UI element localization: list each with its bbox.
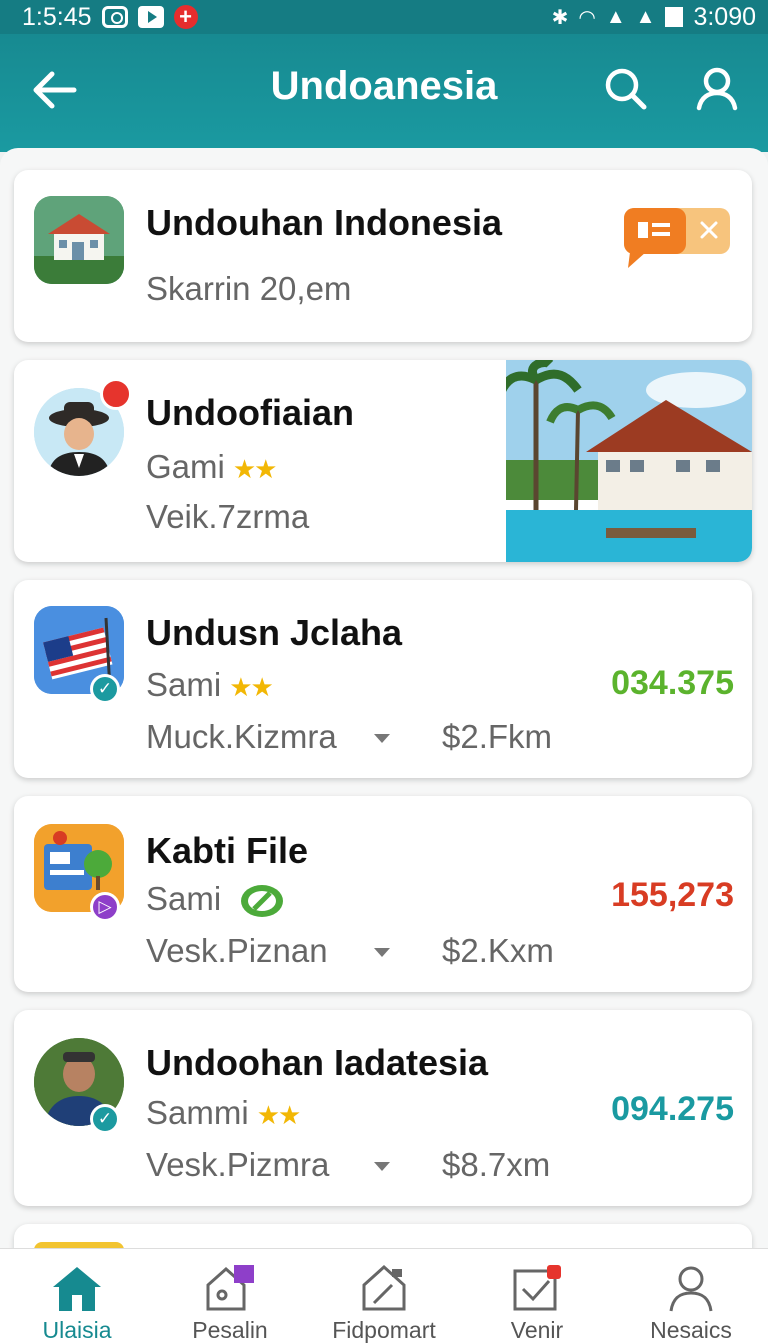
item-detail: Veik.7zrma: [146, 498, 310, 535]
chat-bubble-icon: [624, 208, 730, 268]
tab-label: Pesalin: [192, 1317, 268, 1343]
item-title: Undouhan Indonesia: [146, 202, 502, 243]
leaf-badge-icon: [240, 883, 284, 919]
stars-icon: ★★: [229, 672, 274, 702]
item-detail: Vesk.Pizmra: [146, 1146, 330, 1183]
item-value: 094.275: [611, 1090, 734, 1128]
chevron-down-icon[interactable]: [374, 948, 390, 957]
list-item[interactable]: ▷ Kabti File Sami Vesk.Piznan $2.Kxm 155…: [14, 796, 752, 992]
item-title: Undoohan Iadatesia: [146, 1042, 489, 1083]
item-list: Undouhan Indonesia Skarrin 20,em Undoofi…: [0, 148, 768, 1284]
bluetooth-icon: ✱: [551, 6, 569, 29]
item-rating-line: Sammi ★★: [146, 1094, 302, 1132]
item-value: 034.375: [611, 664, 734, 702]
verified-check-icon: ✓: [90, 674, 120, 704]
item-price: $8.7xm: [442, 1146, 551, 1183]
status-right-time: 3:090: [693, 2, 756, 31]
item-price: $2.Kxm: [442, 932, 554, 969]
item-title: Undusn Jclaha: [146, 612, 403, 653]
list-item[interactable]: ✓ Undusn Jclaha Sami ★★ Muck.Kizmra $2.Fk…: [14, 580, 752, 778]
house-thumbnail: [34, 196, 124, 284]
tab-label: Nesaics: [650, 1317, 732, 1343]
search-button[interactable]: [603, 66, 649, 112]
home-icon: [53, 1267, 101, 1311]
tab-fidpomart[interactable]: Fidpomart: [307, 1249, 461, 1344]
message-badge[interactable]: [624, 206, 732, 268]
status-time: 1:5:45: [22, 2, 92, 31]
chevron-down-icon[interactable]: [374, 1162, 390, 1171]
profile-icon: [669, 1266, 713, 1312]
chevron-down-icon[interactable]: [374, 734, 390, 743]
signal-icon-2: ▲: [635, 5, 656, 28]
verified-check-icon: ✓: [90, 1104, 120, 1134]
item-subtitle: Skarrin 20,em: [146, 270, 352, 307]
battery-icon: [665, 7, 684, 27]
house-flag-icon: [206, 1265, 254, 1311]
item-title: Undoofiaian: [146, 392, 354, 433]
notification-dot: [100, 378, 132, 410]
list-item[interactable]: Undouhan Indonesia Skarrin 20,em: [14, 170, 752, 342]
document-icon: [362, 1264, 406, 1311]
tab-label: Ulaisia: [42, 1317, 112, 1343]
tab-venir[interactable]: Venir: [460, 1249, 614, 1344]
camera-icon: [101, 6, 128, 28]
item-rating-line: Sami ★★: [146, 666, 274, 704]
wifi-icon: ◠: [578, 6, 596, 29]
stars-icon: ★★: [232, 454, 278, 484]
item-value: 155,273: [611, 876, 734, 914]
list-item[interactable]: ✓ Undoohan Iadatesia Sammi ★★ Vesk.Pizmra…: [14, 1010, 752, 1206]
tab-nesaics[interactable]: Nesaics: [614, 1249, 768, 1344]
tab-home[interactable]: Ulaisia: [0, 1249, 154, 1344]
item-title: Kabti File: [146, 830, 309, 871]
tab-label: Venir: [510, 1317, 564, 1343]
tab-pesalin[interactable]: Pesalin: [153, 1249, 307, 1344]
item-rating-label: Gami: [146, 448, 225, 485]
signal-icon: ▲: [605, 5, 626, 28]
item-rating-line: Gami ★★: [146, 448, 278, 486]
item-detail: Vesk.Piznan: [146, 932, 328, 969]
user-icon: [696, 67, 738, 111]
stars-icon: ★★: [256, 1100, 302, 1130]
bottom-nav: Ulaisia Pesalin Fidpomart Venir Nesaics: [0, 1248, 768, 1344]
resort-photo: [495, 360, 752, 562]
video-icon: [137, 6, 164, 28]
profile-button[interactable]: [692, 64, 742, 114]
item-detail: Muck.Kizmra: [146, 718, 337, 755]
item-rating-label: Sami: [146, 666, 222, 703]
app-bar: Undoanesia: [0, 34, 768, 152]
plus-icon: +: [173, 5, 198, 29]
item-rating-label: Sammi: [146, 1094, 249, 1131]
item-rating-label: Sami: [146, 880, 222, 917]
search-icon: [605, 68, 647, 110]
checkbox-icon: [513, 1265, 561, 1311]
status-bar: 1:5:45 + ✱ ◠ ▲ ▲ 3:090: [0, 0, 768, 34]
item-rating-line: Sami: [146, 880, 284, 919]
play-badge-icon: ▷: [90, 892, 120, 922]
tab-label: Fidpomart: [332, 1317, 436, 1343]
item-price: $2.Fkm: [442, 718, 553, 755]
list-item[interactable]: Undoofiaian Gami ★★ Veik.7zrma: [14, 360, 752, 562]
page-title: Undoanesia: [270, 64, 498, 108]
